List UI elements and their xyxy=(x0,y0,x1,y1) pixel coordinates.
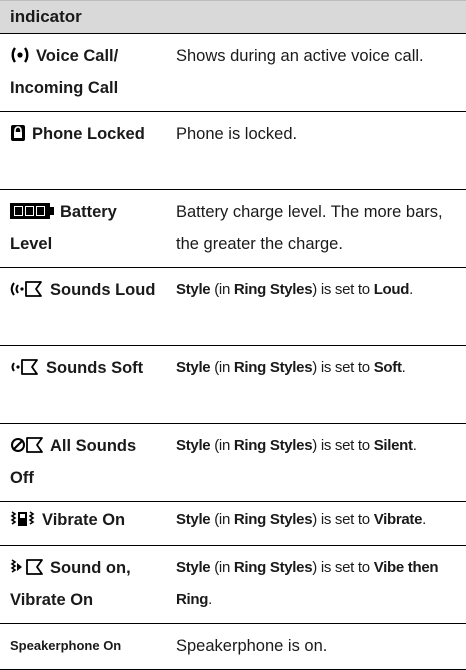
table-header: indicator xyxy=(0,0,466,34)
indicator-table: indicator Voice Call/ Incoming Call Show… xyxy=(0,0,466,670)
indicator-name: Battery Level xyxy=(10,202,117,253)
table-row: Sound on, Vibrate On Style (in Ring Styl… xyxy=(0,546,466,624)
indicator-description: Style (in Ring Styles) is set to Loud. xyxy=(176,281,414,298)
indicator-name: All Sounds Off xyxy=(10,436,137,487)
battery-icon xyxy=(10,202,54,220)
table-row: Vibrate On Style (in Ring Styles) is set… xyxy=(0,502,466,546)
vibrate-sound-icon xyxy=(10,558,44,576)
table-row: Phone Locked Phone is locked. xyxy=(0,112,466,190)
indicator-name: Voice Call/ Incoming Call xyxy=(10,46,119,97)
lock-icon xyxy=(10,124,26,142)
indicator-name: Phone Locked xyxy=(0,112,164,189)
indicator-description: Style (in Ring Styles) is set to Vibrate… xyxy=(176,511,427,528)
indicator-description: Battery charge level. The more bars, the… xyxy=(176,203,443,253)
table-row: All Sounds Off Style (in Ring Styles) is… xyxy=(0,424,466,502)
indicator-description: Style (in Ring Styles) is set to Vibe th… xyxy=(176,559,439,608)
indicator-description: Style (in Ring Styles) is set to Silent. xyxy=(176,437,417,454)
indicator-description: Style (in Ring Styles) is set to Soft. xyxy=(176,359,406,376)
table-row: Voice Call/ Incoming Call Shows during a… xyxy=(0,34,466,112)
indicator-name: Speakerphone On xyxy=(10,638,122,653)
indicator-description: Speakerphone is on. xyxy=(176,637,328,655)
vibrate-icon xyxy=(10,510,36,528)
indicator-description: Shows during an active voice call. xyxy=(176,47,424,65)
indicator-name: Sound on, Vibrate On xyxy=(10,558,131,609)
table-row: Sounds Loud Style (in Ring Styles) is se… xyxy=(0,268,466,346)
sounds-loud-icon xyxy=(10,280,44,298)
sounds-soft-icon xyxy=(10,358,40,376)
indicator-name: Sounds Soft xyxy=(0,346,164,423)
indicator-name: Sounds Loud xyxy=(0,268,164,345)
indicator-name: Vibrate On xyxy=(0,502,164,545)
sounds-off-icon xyxy=(10,436,44,454)
table-row: Sounds Soft Style (in Ring Styles) is se… xyxy=(0,346,466,424)
indicator-description: Phone is locked. xyxy=(176,125,298,143)
header-title: indicator xyxy=(10,7,82,26)
table-row: Battery Level Battery charge level. The … xyxy=(0,190,466,268)
voice-call-icon xyxy=(10,46,30,64)
table-row: Speakerphone On Speakerphone is on. xyxy=(0,624,466,670)
